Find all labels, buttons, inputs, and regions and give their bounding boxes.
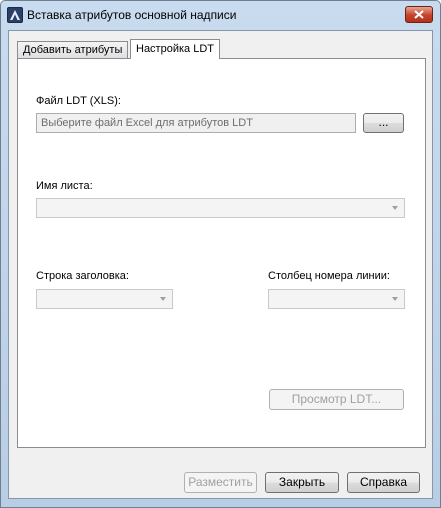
sheet-name-dropdown[interactable] bbox=[36, 198, 405, 218]
browse-button[interactable]: ... bbox=[363, 113, 404, 133]
tab-ldt-settings[interactable]: Настройка LDT bbox=[130, 39, 220, 59]
title-bar[interactable]: Вставка атрибутов основной надписи bbox=[1, 1, 440, 31]
close-button[interactable]: Закрыть bbox=[265, 472, 339, 493]
window-title: Вставка атрибутов основной надписи bbox=[27, 8, 237, 22]
line-number-column-label: Столбец номера линии: bbox=[268, 270, 390, 282]
header-row-label: Строка заголовка: bbox=[36, 270, 129, 282]
ldt-file-path-input[interactable]: Выберите файл Excel для атрибутов LDT bbox=[36, 113, 356, 133]
preview-ldt-button[interactable]: Просмотр LDT... bbox=[269, 389, 404, 410]
chevron-down-icon bbox=[392, 297, 398, 301]
tab-label: Добавить атрибуты bbox=[23, 44, 123, 56]
close-icon bbox=[414, 10, 424, 19]
tab-panel-ldt-settings: Файл LDT (XLS): Выберите файл Excel для … bbox=[17, 58, 426, 448]
app-icon bbox=[7, 7, 23, 23]
ldt-file-label: Файл LDT (XLS): bbox=[36, 95, 121, 107]
header-row-dropdown[interactable] bbox=[36, 289, 173, 309]
chevron-down-icon bbox=[160, 297, 166, 301]
place-button[interactable]: Разместить bbox=[184, 472, 257, 493]
line-number-column-dropdown[interactable] bbox=[268, 289, 405, 309]
close-window-button[interactable] bbox=[405, 6, 433, 23]
dialog-window: Вставка атрибутов основной надписи Добав… bbox=[0, 0, 441, 508]
tab-label: Настройка LDT bbox=[136, 43, 214, 55]
chevron-down-icon bbox=[392, 206, 398, 210]
dialog-client-area: Добавить атрибуты Настройка LDT Файл LDT… bbox=[8, 30, 433, 499]
sheet-name-label: Имя листа: bbox=[36, 180, 93, 192]
help-button[interactable]: Справка bbox=[347, 472, 420, 493]
tab-add-attributes[interactable]: Добавить атрибуты bbox=[17, 41, 129, 59]
